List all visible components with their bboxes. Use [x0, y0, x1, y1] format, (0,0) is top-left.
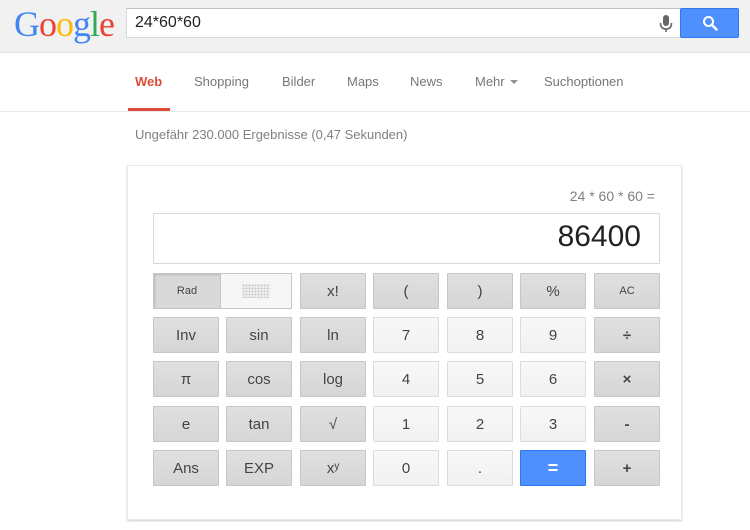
tab-bilder[interactable]: Bilder: [282, 74, 315, 89]
open-paren-button[interactable]: (: [373, 273, 439, 309]
digit-9-button[interactable]: 9: [520, 317, 586, 353]
angle-mode-toggle: Rad: [153, 273, 292, 309]
logo-letter: l: [90, 4, 100, 44]
pi-button[interactable]: π: [153, 361, 219, 397]
close-paren-button[interactable]: ): [447, 273, 513, 309]
calculator-card: 24 * 60 * 60 = 86400 Rad x! ( ) % AC Inv…: [127, 165, 682, 520]
active-tab-underline: [128, 108, 170, 111]
logo-letter: o: [39, 4, 57, 44]
digit-0-button[interactable]: 0: [373, 450, 439, 486]
digit-2-button[interactable]: 2: [447, 406, 513, 442]
tab-suchoptionen[interactable]: Suchoptionen: [544, 74, 624, 89]
search-box: [126, 8, 681, 38]
search-tabs: Web Shopping Bilder Maps News Mehr Sucho…: [0, 53, 750, 112]
calculator-display: 86400: [153, 213, 660, 264]
plus-button[interactable]: +: [594, 450, 660, 486]
tab-news[interactable]: News: [410, 74, 443, 89]
tab-shopping[interactable]: Shopping: [194, 74, 249, 89]
all-clear-button[interactable]: AC: [594, 273, 660, 309]
inverse-button[interactable]: Inv: [153, 317, 219, 353]
logo-letter: G: [14, 4, 40, 44]
power-button[interactable]: xʸ: [300, 450, 366, 486]
logo-letter: g: [73, 4, 91, 44]
multiply-button[interactable]: ×: [594, 361, 660, 397]
tab-maps[interactable]: Maps: [347, 74, 379, 89]
dotted-pattern-icon: [242, 284, 270, 298]
deg-button[interactable]: [221, 274, 291, 308]
calculator-result: 86400: [557, 220, 641, 253]
sqrt-button[interactable]: √: [300, 406, 366, 442]
divide-button[interactable]: ÷: [594, 317, 660, 353]
calculator-expression: 24 * 60 * 60 =: [569, 188, 655, 204]
euler-button[interactable]: e: [153, 406, 219, 442]
factorial-button[interactable]: x!: [300, 273, 366, 309]
tan-button[interactable]: tan: [226, 406, 292, 442]
google-logo[interactable]: Google: [14, 4, 115, 44]
microphone-icon[interactable]: [658, 14, 674, 34]
minus-button[interactable]: -: [594, 406, 660, 442]
cos-button[interactable]: cos: [226, 361, 292, 397]
header-bar: Google: [0, 0, 750, 53]
digit-4-button[interactable]: 4: [373, 361, 439, 397]
chevron-down-icon: [509, 79, 518, 84]
digit-5-button[interactable]: 5: [447, 361, 513, 397]
exp-button[interactable]: EXP: [226, 450, 292, 486]
digit-8-button[interactable]: 8: [447, 317, 513, 353]
result-stats: Ungefähr 230.000 Ergebnisse (0,47 Sekund…: [135, 127, 408, 142]
logo-letter: e: [99, 4, 115, 44]
tab-mehr[interactable]: Mehr: [475, 74, 518, 89]
log-button[interactable]: log: [300, 361, 366, 397]
sin-button[interactable]: sin: [226, 317, 292, 353]
tab-web[interactable]: Web: [135, 74, 162, 89]
rad-button[interactable]: Rad: [154, 274, 221, 308]
logo-letter: o: [56, 4, 74, 44]
digit-3-button[interactable]: 3: [520, 406, 586, 442]
ln-button[interactable]: ln: [300, 317, 366, 353]
equals-button[interactable]: =: [520, 450, 586, 486]
search-input[interactable]: [127, 9, 647, 37]
digit-1-button[interactable]: 1: [373, 406, 439, 442]
search-button[interactable]: [680, 8, 739, 38]
search-icon: [703, 16, 718, 31]
percent-button[interactable]: %: [520, 273, 586, 309]
decimal-point-button[interactable]: .: [447, 450, 513, 486]
tab-mehr-label: Mehr: [475, 74, 505, 89]
digit-7-button[interactable]: 7: [373, 317, 439, 353]
digit-6-button[interactable]: 6: [520, 361, 586, 397]
answer-button[interactable]: Ans: [153, 450, 219, 486]
